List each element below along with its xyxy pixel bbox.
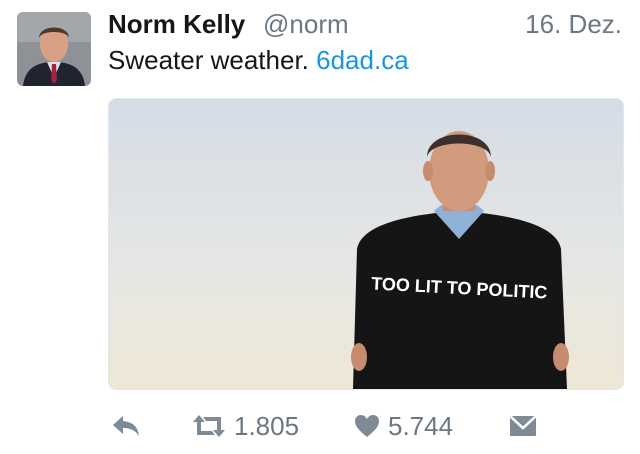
reply-icon: [112, 415, 140, 437]
tweet-body: Sweater weather.: [108, 45, 309, 75]
direct-message-button[interactable]: [509, 404, 537, 448]
retweet-count: 1.805: [234, 410, 300, 441]
like-button[interactable]: 5.744: [354, 404, 453, 448]
tweet-date[interactable]: 16. Dez.: [525, 9, 622, 40]
photo-image: TOO LIT TO POLITIC: [109, 99, 623, 389]
envelope-icon: [509, 415, 537, 437]
author-avatar[interactable]: [17, 12, 91, 86]
tweet-link[interactable]: 6dad.ca: [316, 45, 409, 75]
author-name[interactable]: Norm Kelly: [108, 9, 245, 40]
like-count: 5.744: [388, 410, 454, 441]
tweet-text: Sweater weather. 6dad.ca: [108, 45, 409, 76]
tweet-actions: 1.805 5.744: [108, 404, 622, 448]
heart-icon: [354, 414, 380, 438]
reply-button[interactable]: [112, 404, 140, 448]
author-handle[interactable]: @norm: [263, 9, 349, 40]
avatar-image: [17, 12, 91, 86]
retweet-icon: [192, 414, 226, 438]
tweet-photo[interactable]: TOO LIT TO POLITIC: [108, 98, 624, 390]
retweet-button[interactable]: 1.805: [192, 404, 299, 448]
tweet-header: Norm Kelly @norm 16. Dez.: [108, 9, 622, 43]
